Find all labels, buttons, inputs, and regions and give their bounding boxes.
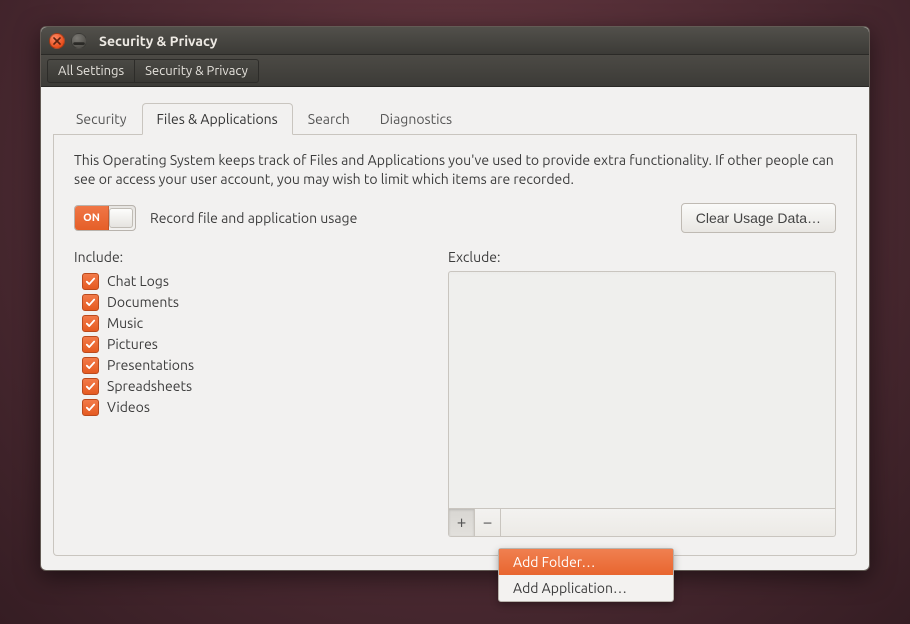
- exclude-title: Exclude:: [448, 249, 836, 265]
- pane-files-applications: This Operating System keeps track of Fil…: [53, 135, 857, 556]
- switch-knob: [109, 208, 133, 228]
- checkbox[interactable]: [82, 357, 99, 374]
- checkbox[interactable]: [82, 378, 99, 395]
- tab-security[interactable]: Security: [61, 103, 142, 135]
- include-item[interactable]: Presentations: [74, 355, 404, 376]
- window-title: Security & Privacy: [99, 33, 217, 49]
- check-icon: [85, 402, 96, 413]
- menu-item-add-folder[interactable]: Add Folder…: [499, 549, 673, 575]
- minus-icon: −: [483, 513, 493, 532]
- checkbox[interactable]: [82, 399, 99, 416]
- check-icon: [85, 276, 96, 287]
- checkbox[interactable]: [82, 315, 99, 332]
- record-row: ON Record file and application usage Cle…: [74, 203, 836, 233]
- checkbox[interactable]: [82, 273, 99, 290]
- include-item[interactable]: Chat Logs: [74, 271, 404, 292]
- include-item-label: Documents: [107, 294, 179, 310]
- exclude-column: Exclude: + −: [448, 249, 836, 537]
- exclude-add-button[interactable]: +: [449, 509, 475, 536]
- check-icon: [85, 318, 96, 329]
- checkbox[interactable]: [82, 336, 99, 353]
- include-item-label: Chat Logs: [107, 273, 169, 289]
- settings-window: Security & Privacy All Settings Security…: [40, 26, 870, 571]
- include-item[interactable]: Spreadsheets: [74, 376, 404, 397]
- tab-search[interactable]: Search: [293, 103, 365, 135]
- include-item[interactable]: Music: [74, 313, 404, 334]
- include-item-label: Videos: [107, 399, 150, 415]
- check-icon: [85, 339, 96, 350]
- include-list: Chat Logs Documents Music Pictures Presentat…: [74, 271, 404, 418]
- window-close-button[interactable]: [49, 33, 65, 49]
- checkbox[interactable]: [82, 294, 99, 311]
- check-icon: [85, 360, 96, 371]
- exclude-listbox[interactable]: [448, 271, 836, 509]
- include-item-label: Music: [107, 315, 143, 331]
- description-text: This Operating System keeps track of Fil…: [74, 151, 836, 189]
- check-icon: [85, 297, 96, 308]
- include-item-label: Spreadsheets: [107, 378, 192, 394]
- include-item[interactable]: Pictures: [74, 334, 404, 355]
- menu-item-add-application[interactable]: Add Application…: [499, 575, 673, 601]
- tab-bar: Security Files & Applications Search Dia…: [53, 103, 857, 135]
- columns: Include: Chat Logs Documents Music Pictures…: [74, 249, 836, 537]
- include-column: Include: Chat Logs Documents Music Pictures…: [74, 249, 404, 537]
- switch-on-label: ON: [75, 206, 109, 230]
- tab-diagnostics[interactable]: Diagnostics: [365, 103, 467, 135]
- record-switch[interactable]: ON: [74, 205, 136, 231]
- exclude-remove-button[interactable]: −: [475, 509, 501, 536]
- close-icon: [53, 37, 61, 45]
- include-title: Include:: [74, 249, 404, 265]
- include-item-label: Presentations: [107, 357, 194, 373]
- breadcrumb-toolbar: All Settings Security & Privacy: [41, 55, 869, 87]
- include-item[interactable]: Videos: [74, 397, 404, 418]
- record-switch-label: Record file and application usage: [150, 210, 357, 226]
- check-icon: [85, 381, 96, 392]
- titlebar: Security & Privacy: [41, 27, 869, 55]
- content-area: Security Files & Applications Search Dia…: [41, 87, 869, 570]
- clear-usage-data-button[interactable]: Clear Usage Data…: [681, 203, 836, 233]
- minimize-icon: [72, 34, 86, 48]
- include-item-label: Pictures: [107, 336, 158, 352]
- plus-icon: +: [457, 513, 467, 532]
- exclude-toolbar: + −: [448, 509, 836, 537]
- breadcrumb-current[interactable]: Security & Privacy: [135, 59, 259, 83]
- include-item[interactable]: Documents: [74, 292, 404, 313]
- tab-files-applications[interactable]: Files & Applications: [142, 103, 293, 135]
- add-menu-popup: Add Folder… Add Application…: [498, 548, 674, 602]
- breadcrumb-all-settings[interactable]: All Settings: [47, 59, 135, 83]
- window-minimize-button[interactable]: [71, 33, 87, 49]
